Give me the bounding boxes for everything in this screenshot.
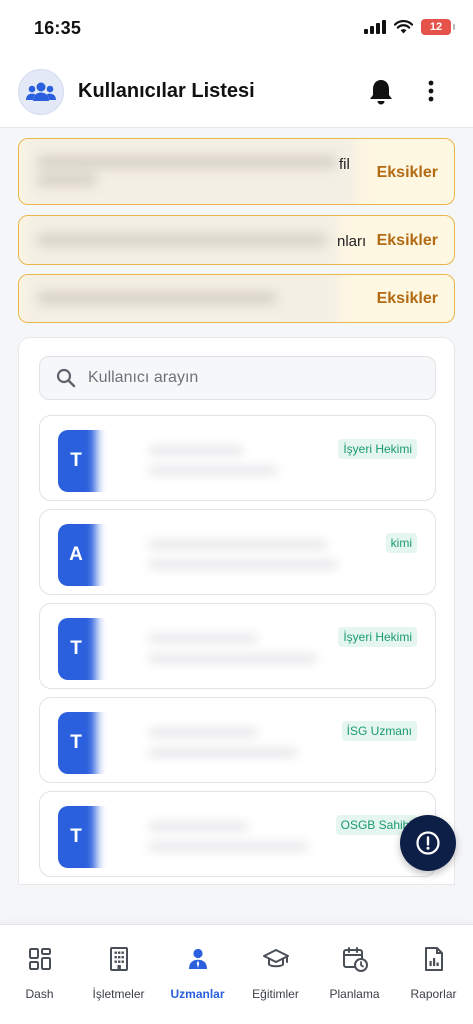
redacted-user-info — [96, 698, 340, 782]
battery-icon: 12 — [421, 19, 455, 35]
nav-item-planlama[interactable]: Planlama — [315, 945, 394, 1001]
search-box[interactable] — [39, 356, 436, 400]
redacted-user-info — [96, 416, 340, 500]
redacted-text — [23, 275, 339, 322]
redacted-user-info — [96, 792, 340, 876]
role-badge: İSG Uzmanı — [341, 721, 417, 741]
nav-label: Dash — [25, 987, 54, 1001]
missing-items-link[interactable]: Eksikler — [377, 164, 438, 182]
user-card[interactable]: T İşyeri Hekimi — [39, 415, 436, 501]
warning-text-fragment: nları — [337, 233, 367, 250]
redacted-user-info — [96, 604, 340, 688]
page-title: Kullanıcılar Listesi — [78, 80, 255, 102]
dashboard-icon — [28, 948, 51, 970]
nav-label: Eğitimler — [252, 987, 299, 1001]
missing-items-link[interactable]: Eksikler — [377, 290, 438, 308]
role-badge: kimi — [385, 533, 417, 553]
missing-items-link[interactable]: Eksikler — [377, 232, 438, 250]
redacted-text — [23, 216, 339, 264]
status-time: 16:35 — [34, 18, 82, 38]
nav-item-dash[interactable]: Dash — [0, 945, 79, 1001]
more-options-icon[interactable] — [421, 78, 441, 106]
nav-item-uzmanlar[interactable]: Uzmanlar — [158, 945, 237, 1001]
status-bar: 16:35 12 — [0, 0, 473, 56]
status-indicators: 12 — [364, 19, 455, 35]
battery-level: 12 — [429, 21, 443, 33]
users-group-icon — [18, 69, 64, 115]
warning-text-fragment: fil — [339, 156, 350, 173]
nav-label: Uzmanlar — [170, 987, 225, 1001]
nav-label: Planlama — [329, 987, 380, 1001]
nav-label: Raporlar — [410, 987, 457, 1001]
nav-item-raporlar[interactable]: Raporlar — [394, 945, 473, 1001]
warning-card[interactable]: nları Eksikler — [18, 215, 455, 265]
calendar-clock-icon — [342, 947, 368, 972]
user-card[interactable]: T İSG Uzmanı — [39, 697, 436, 783]
user-card[interactable]: T OSGB Sahibi — [39, 791, 436, 877]
graduation-cap-icon — [262, 949, 289, 968]
alert-circle-icon — [416, 831, 440, 855]
nav-item-egitimler[interactable]: Eğitimler — [236, 945, 315, 1001]
cellular-signal-icon — [364, 20, 386, 34]
role-badge: İşyeri Hekimi — [338, 439, 417, 459]
warning-card[interactable]: fil Eksikler — [18, 138, 455, 205]
search-icon — [56, 368, 76, 388]
report-icon — [424, 947, 443, 971]
alert-fab-button[interactable] — [400, 815, 456, 871]
user-card[interactable]: T İşyeri Hekimi — [39, 603, 436, 689]
nav-item-isletmeler[interactable]: İşletmeler — [79, 945, 158, 1001]
role-badge: İşyeri Hekimi — [338, 627, 417, 647]
search-input[interactable] — [88, 369, 388, 387]
building-icon — [109, 947, 128, 971]
redacted-user-info — [96, 510, 340, 594]
app-header: Kullanıcılar Listesi — [0, 56, 473, 128]
wifi-icon — [394, 20, 413, 34]
redacted-text — [23, 139, 357, 204]
bell-icon[interactable] — [368, 78, 394, 106]
nav-label: İşletmeler — [92, 987, 145, 1001]
users-panel: T İşyeri Hekimi A kimi T İşyeri Hekimi T… — [18, 337, 455, 885]
user-card[interactable]: A kimi — [39, 509, 436, 595]
bottom-nav: Dash İşletmeler Uzmanlar Eğitimler Planl… — [0, 924, 473, 1024]
warning-card[interactable]: Eksikler — [18, 274, 455, 323]
person-icon — [188, 948, 207, 969]
